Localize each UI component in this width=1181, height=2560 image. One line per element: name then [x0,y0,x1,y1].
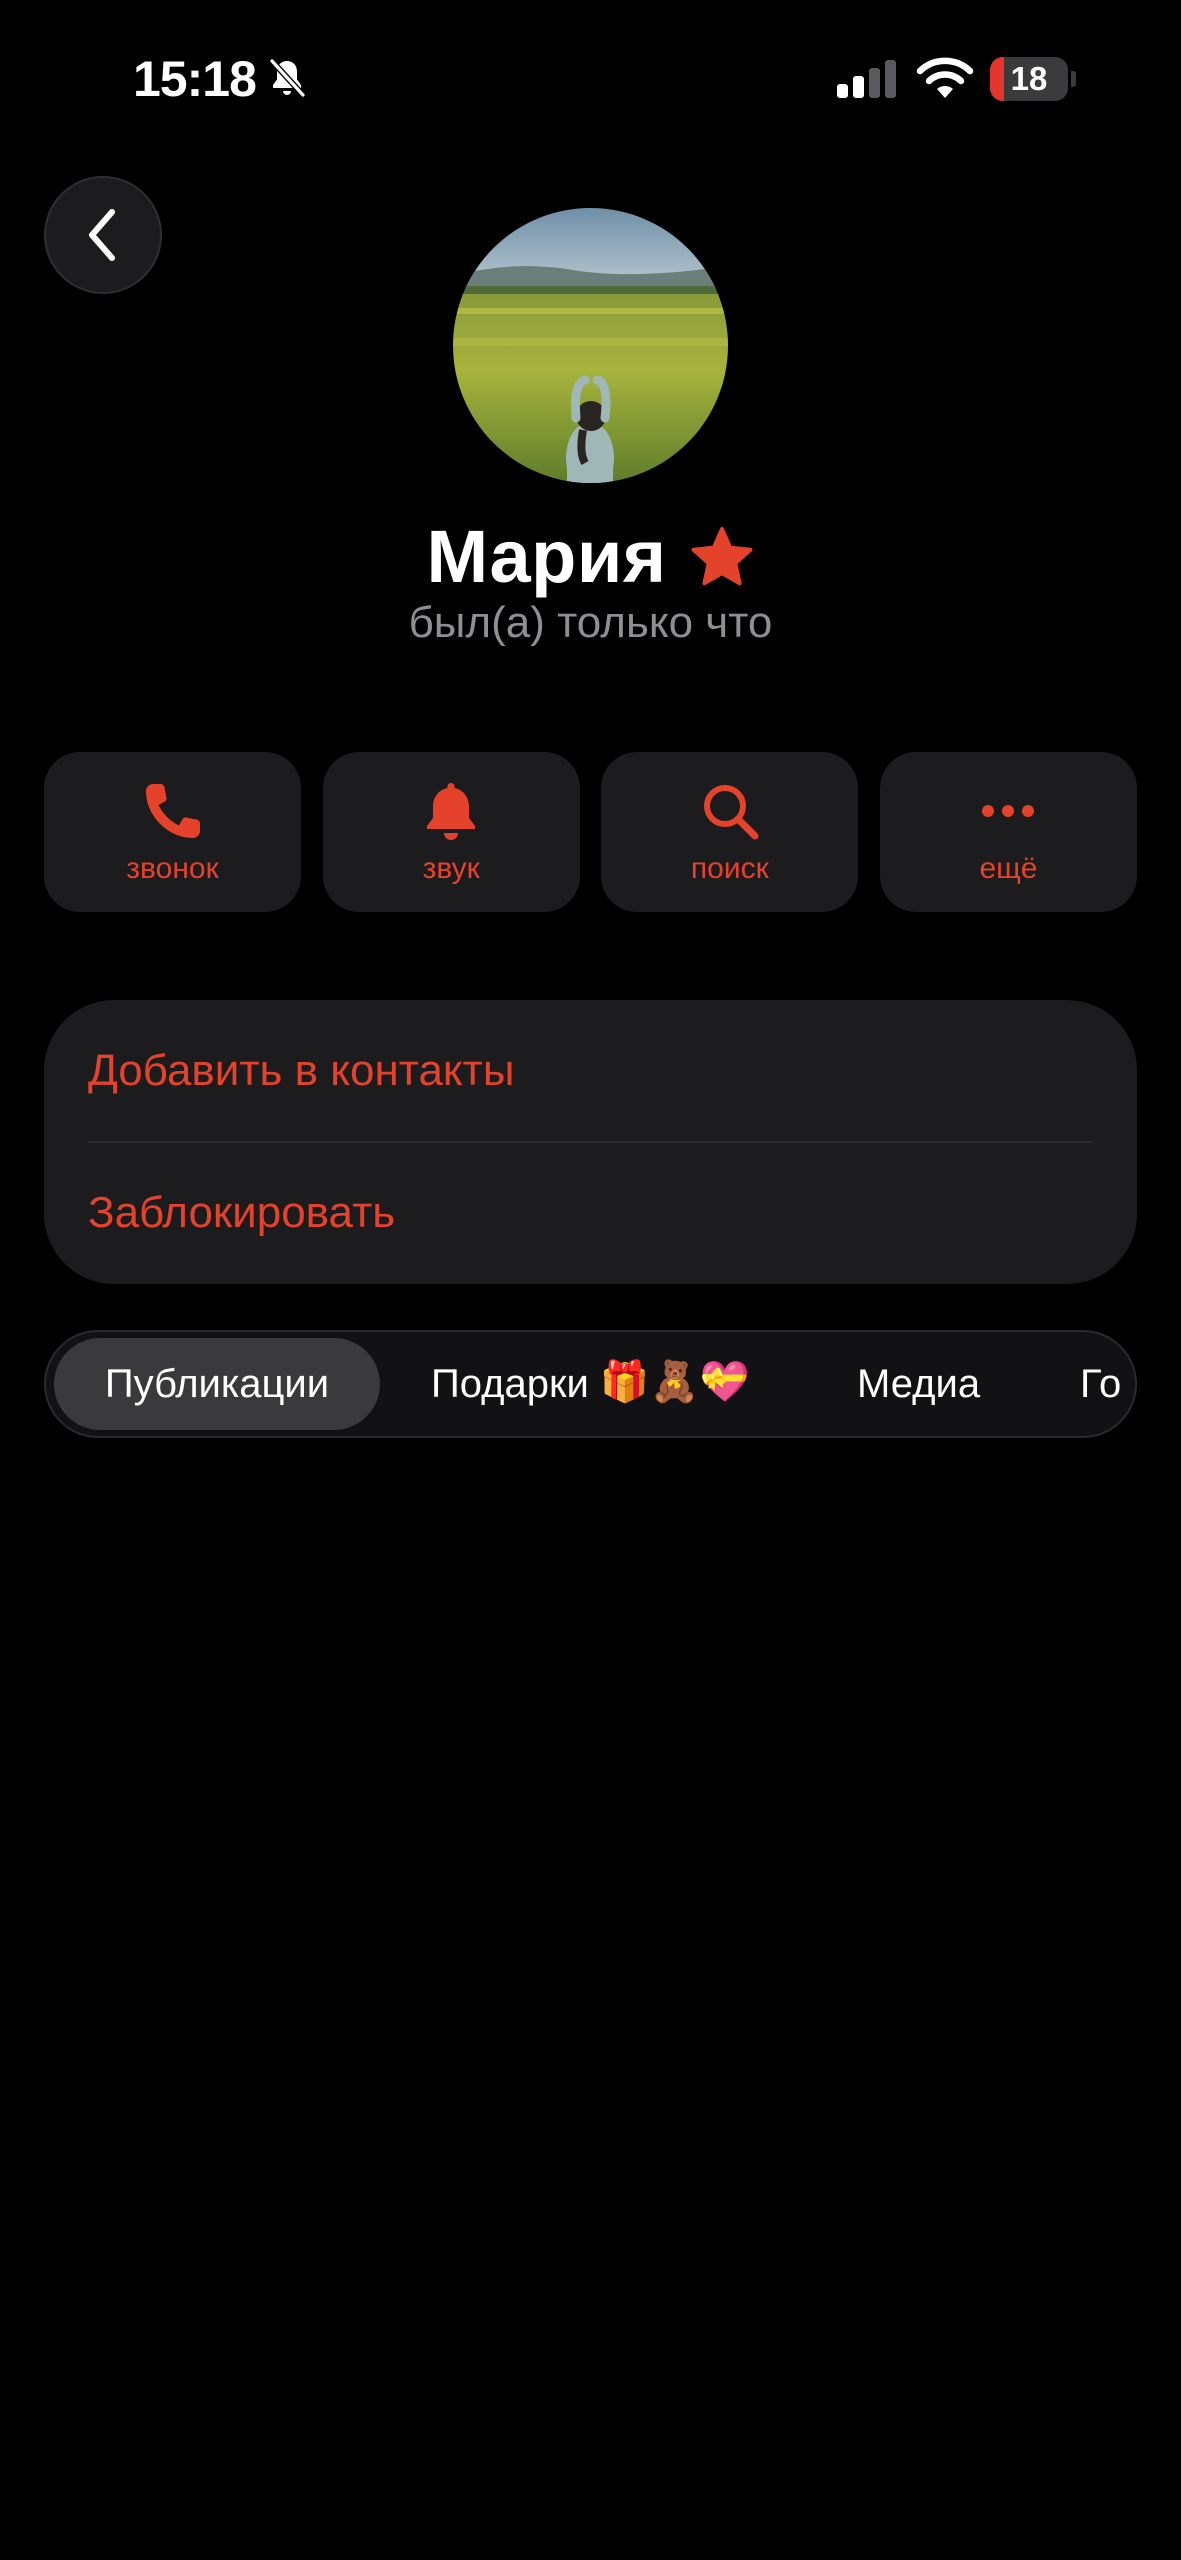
bell-slash-icon [269,58,306,98]
status-bar: 15:18 18 [0,0,1181,160]
block-button[interactable]: Заблокировать [88,1142,1093,1284]
avatar-photo [453,208,728,483]
contact-options-card: Добавить в контакты Заблокировать [44,1000,1137,1284]
battery-body: 18 [990,57,1068,101]
action-buttons: звонок звук поиск ещё [44,752,1137,912]
call-button[interactable]: звонок [44,752,301,912]
more-label: ещё [979,852,1038,885]
search-icon [703,785,759,840]
tab-media[interactable]: Медиа [857,1338,980,1430]
battery-icon: 18 [990,57,1076,101]
tab-gifts-label: Подарки [431,1362,589,1406]
battery-level: 18 [1010,60,1048,97]
tab-publications[interactable]: Публикации [54,1338,380,1430]
phone-icon [145,784,200,838]
sound-label: звук [422,852,480,885]
signal-icon [837,60,896,98]
name-row: Мария [0,506,1181,606]
avatar[interactable] [453,208,728,483]
status-time: 15:18 [133,51,257,107]
more-icon [982,805,1035,817]
add-to-contacts-button[interactable]: Добавить в контакты [88,1000,1093,1142]
star-icon[interactable] [689,525,755,591]
tab-more[interactable]: Го [1080,1338,1121,1430]
chevron-left-icon [89,209,115,261]
profile-tabs: Публикации Подарки 🎁🧸💝 Медиа Го [44,1330,1137,1438]
search-label: поиск [690,852,769,885]
call-label: звонок [126,852,219,885]
bell-icon [427,783,476,840]
battery-cap [1071,71,1076,87]
more-button[interactable]: ещё [879,752,1137,912]
search-button[interactable]: поиск [601,752,859,912]
tab-gifts[interactable]: Подарки 🎁🧸💝 [431,1338,749,1430]
contact-name: Мария [426,514,667,598]
wifi-icon [916,57,974,98]
tab-gifts-emoji: 🎁🧸💝 [599,1360,750,1405]
sound-button[interactable]: звук [322,752,580,912]
last-seen-status: был(а) только что [408,598,773,647]
back-button[interactable] [44,176,162,294]
